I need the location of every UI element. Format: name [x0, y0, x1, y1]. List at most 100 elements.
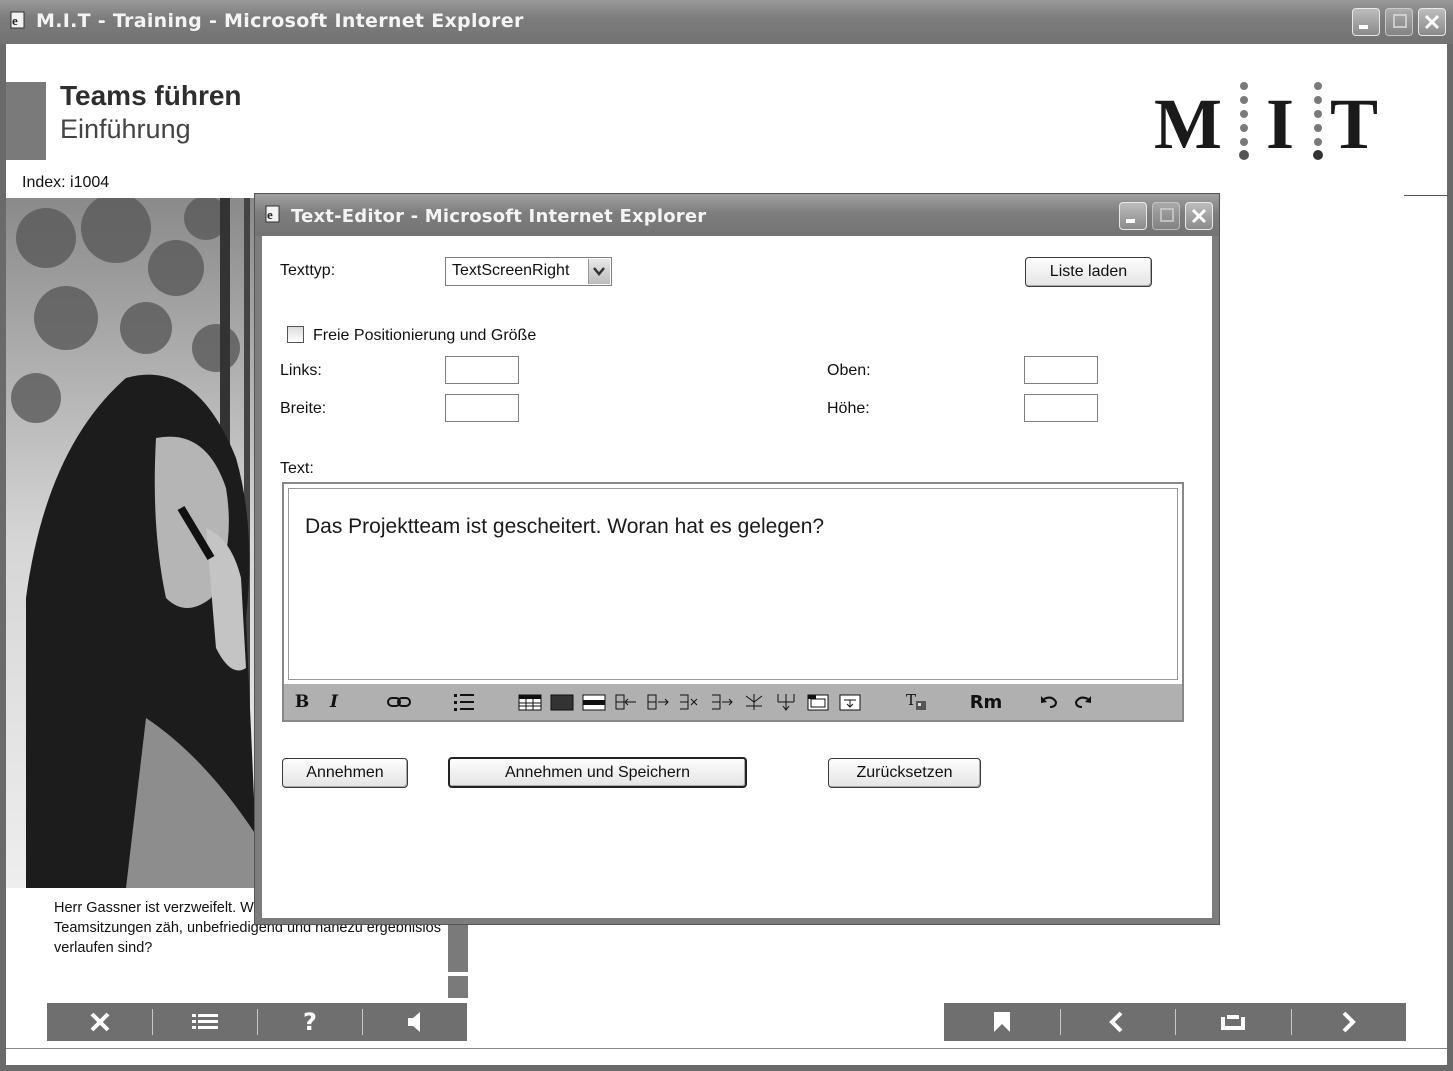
accept-and-save-button[interactable]: Annehmen und Speichern	[448, 757, 747, 788]
undo-button[interactable]	[1038, 690, 1060, 714]
delete-row-button[interactable]	[678, 690, 702, 714]
repeat-icon	[1220, 1015, 1245, 1030]
bullet-list-button[interactable]	[452, 690, 476, 714]
index-label: Index: i1004	[22, 174, 110, 191]
course-subtitle: Einführung	[60, 114, 191, 144]
caption-accent-bar-small	[448, 976, 468, 998]
ie-document-icon: e	[10, 11, 25, 29]
help-icon: ?	[303, 1009, 317, 1035]
texttyp-label: Texttyp:	[280, 262, 336, 279]
hoehe-label: Höhe:	[827, 400, 870, 417]
woman-on-phone-photo	[6, 198, 258, 888]
svg-text:T: T	[1330, 84, 1378, 164]
audio-button[interactable]	[362, 1003, 467, 1041]
repeat-button[interactable]	[1175, 1003, 1291, 1041]
minimize-button[interactable]	[1352, 8, 1380, 36]
image-icon	[807, 694, 829, 711]
delete-row-icon	[680, 694, 698, 710]
table-icon	[518, 694, 542, 711]
editor-content-area[interactable]: Das Projektteam ist gescheitert. Woran h…	[288, 488, 1178, 680]
merge-cells-icon	[777, 694, 795, 711]
remove-format-button[interactable]: Rm	[966, 690, 1006, 714]
minimize-icon	[1359, 25, 1368, 29]
text-style-button[interactable]: T	[904, 690, 930, 714]
free-position-checkbox[interactable]	[287, 326, 304, 343]
list-icon	[191, 1014, 218, 1029]
svg-text:?: ?	[303, 1009, 317, 1035]
bullet-list-icon	[454, 694, 474, 711]
header-accent-bar	[6, 82, 46, 160]
back-button[interactable]	[1059, 1003, 1176, 1041]
help-button[interactable]: ?	[257, 1003, 362, 1041]
italic-button[interactable]: I	[324, 690, 344, 714]
links-input[interactable]	[445, 356, 519, 384]
insert-column-button[interactable]	[710, 690, 734, 714]
menu-button[interactable]	[152, 1003, 257, 1041]
insert-row-after-button[interactable]	[646, 690, 670, 714]
close-icon	[90, 1012, 109, 1032]
merge-cells-button[interactable]	[774, 690, 798, 714]
svg-text:T: T	[906, 691, 916, 709]
insert-column-icon	[712, 694, 733, 710]
speaker-icon	[407, 1012, 420, 1032]
maximize-button[interactable]	[1385, 8, 1413, 36]
course-title: Teams führen	[60, 80, 242, 111]
table-properties-button[interactable]	[550, 690, 574, 714]
dialog-content: Texttyp: TextScreenRight Liste laden Fre…	[262, 236, 1212, 918]
redo-icon	[1074, 696, 1091, 708]
ie-document-icon: e	[265, 205, 280, 223]
close-window-button[interactable]	[1418, 8, 1446, 36]
rich-text-editor: Das Projektteam ist gescheitert. Woran h…	[282, 482, 1184, 722]
nav-bar-left: ?	[47, 1003, 467, 1041]
free-position-label: Freie Positionierung und Größe	[313, 327, 537, 344]
row-properties-button[interactable]	[582, 690, 606, 714]
svg-text:I: I	[1266, 84, 1294, 164]
svg-text:M: M	[1154, 84, 1222, 164]
close-icon	[1191, 208, 1207, 224]
texttyp-select[interactable]: TextScreenRight	[445, 257, 612, 286]
minimize-icon	[1126, 219, 1135, 223]
bold-button[interactable]: B	[292, 690, 312, 714]
insert-image-button[interactable]	[806, 690, 830, 714]
editor-text: Das Projektteam ist gescheitert. Woran h…	[305, 515, 825, 538]
accept-button[interactable]: Annehmen	[282, 758, 408, 788]
link-icon	[387, 697, 411, 707]
forward-button[interactable]	[1290, 1003, 1407, 1041]
dialog-minimize-button[interactable]	[1119, 202, 1147, 230]
insert-table-button[interactable]	[518, 690, 542, 714]
svg-text:e: e	[267, 207, 273, 222]
insert-row-after-icon	[647, 694, 669, 710]
insert-row-before-button[interactable]	[614, 690, 638, 714]
table-row-icon	[582, 694, 606, 711]
exit-button[interactable]	[47, 1003, 152, 1041]
close-icon	[1424, 14, 1440, 30]
chevron-down-icon[interactable]	[588, 259, 610, 284]
link-button[interactable]	[386, 690, 412, 714]
split-cells-button[interactable]	[742, 690, 766, 714]
dialog-titlebar[interactable]: e Text-Editor - Microsoft Internet Explo…	[255, 194, 1219, 236]
bookmark-button[interactable]	[944, 1003, 1060, 1041]
reset-button[interactable]: Zurücksetzen	[828, 758, 981, 788]
forward-icon	[1342, 1011, 1357, 1033]
dialog-title: Text-Editor - Microsoft Internet Explore…	[291, 206, 707, 227]
dialog-maximize-button[interactable]	[1152, 202, 1180, 230]
insert-form-button[interactable]	[838, 690, 862, 714]
text-editor-dialog: e Text-Editor - Microsoft Internet Explo…	[254, 193, 1220, 925]
load-list-button[interactable]: Liste laden	[1025, 257, 1152, 287]
breite-input[interactable]	[445, 394, 519, 422]
hoehe-input[interactable]	[1024, 394, 1098, 422]
svg-text:e: e	[12, 13, 18, 28]
breite-label: Breite:	[280, 400, 327, 417]
back-icon	[1109, 1011, 1123, 1033]
redo-button[interactable]	[1072, 690, 1094, 714]
texttyp-select-value: TextScreenRight	[452, 262, 570, 279]
oben-input[interactable]	[1024, 356, 1098, 384]
oben-label: Oben:	[827, 362, 871, 379]
dialog-close-button[interactable]	[1185, 202, 1213, 230]
maximize-icon	[1393, 14, 1407, 28]
maximize-icon	[1160, 208, 1174, 222]
outer-window-titlebar[interactable]: e M.I.T - Training - Microsoft Internet …	[0, 0, 1453, 44]
footer-divider	[6, 1048, 1447, 1049]
editor-toolbar: B I T Rm	[284, 684, 1182, 720]
outer-window-title: M.I.T - Training - Microsoft Internet Ex…	[36, 10, 524, 32]
